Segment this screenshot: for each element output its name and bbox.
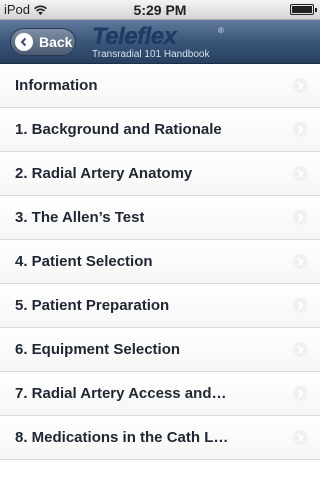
list-item-label: 7. Radial Artery Access and…: [15, 385, 227, 402]
brand-name: Teleflex: [92, 23, 177, 50]
list-item-information[interactable]: Information: [0, 64, 320, 108]
chapter-list: Information 1. Background and Rationale …: [0, 64, 320, 460]
chevron-right-icon: [293, 210, 308, 225]
chevron-right-icon: [293, 430, 308, 445]
list-item-patient-selection[interactable]: 4. Patient Selection: [0, 240, 320, 284]
list-item-allens-test[interactable]: 3. The Allen’s Test: [0, 196, 320, 240]
chevron-right-icon: [293, 342, 308, 357]
chevron-right-icon: [293, 298, 308, 313]
status-time: 5:29 PM: [133, 2, 187, 18]
brand-logo: Teleflex ® Transradial 101 Handbook: [92, 24, 242, 62]
list-item-label: 5. Patient Preparation: [15, 297, 170, 314]
battery-icon: [290, 4, 317, 15]
status-bar: iPod 5:29 PM: [0, 0, 320, 20]
list-item-label: 1. Background and Rationale: [15, 121, 222, 138]
list-item-anatomy[interactable]: 2. Radial Artery Anatomy: [0, 152, 320, 196]
back-button[interactable]: Back: [10, 28, 76, 56]
list-item-label: Information: [15, 77, 98, 94]
registered-mark: ®: [218, 26, 224, 35]
list-item-radial-access[interactable]: 7. Radial Artery Access and…: [0, 372, 320, 416]
list-item-label: 2. Radial Artery Anatomy: [15, 165, 193, 182]
chevron-right-icon: [293, 254, 308, 269]
back-chevron-icon: [15, 33, 33, 51]
chevron-right-icon: [293, 78, 308, 93]
chevron-right-icon: [293, 386, 308, 401]
chevron-right-icon: [293, 122, 308, 137]
list-item-equipment-selection[interactable]: 6. Equipment Selection: [0, 328, 320, 372]
back-button-label: Back: [39, 34, 73, 50]
list-item-label: 4. Patient Selection: [15, 253, 153, 270]
chevron-right-icon: [293, 166, 308, 181]
list-item-label: 8. Medications in the Cath L…: [15, 429, 229, 446]
brand-subtitle: Transradial 101 Handbook: [92, 49, 210, 60]
list-item-background[interactable]: 1. Background and Rationale: [0, 108, 320, 152]
list-item-medications[interactable]: 8. Medications in the Cath L…: [0, 416, 320, 460]
list-item-patient-preparation[interactable]: 5. Patient Preparation: [0, 284, 320, 328]
navigation-bar: Back Teleflex ® Transradial 101 Handbook: [0, 20, 320, 64]
list-item-label: 6. Equipment Selection: [15, 341, 181, 358]
list-item-label: 3. The Allen’s Test: [15, 209, 145, 226]
